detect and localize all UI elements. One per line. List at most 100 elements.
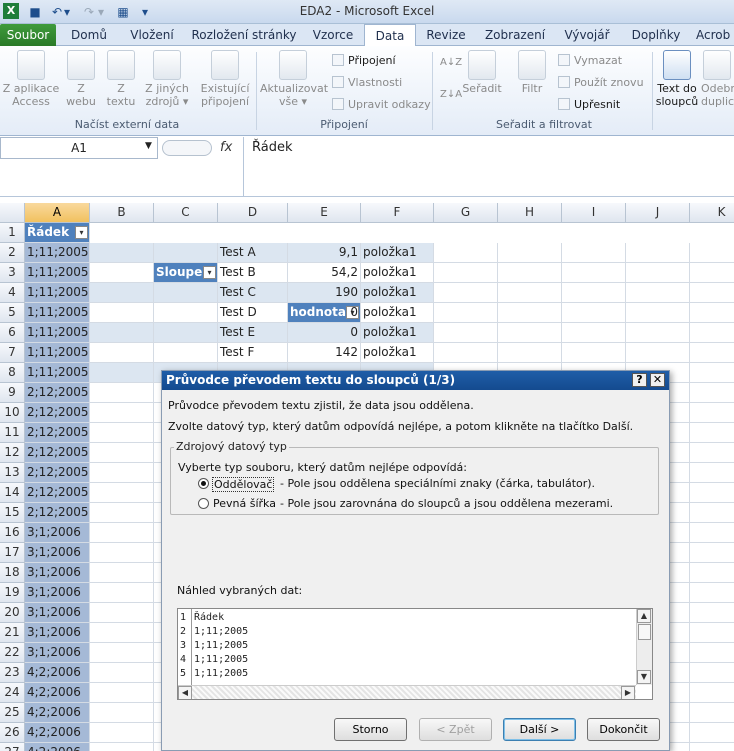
close-button[interactable]: ✕ — [650, 373, 665, 387]
tab-developer[interactable]: Vývojář — [558, 24, 616, 46]
cell[interactable] — [562, 243, 626, 263]
row-header[interactable]: 8 — [0, 363, 25, 383]
table-cell[interactable]: položka1 — [361, 243, 434, 263]
delimited-radio[interactable] — [198, 478, 209, 489]
cell[interactable] — [690, 323, 734, 343]
cell[interactable] — [434, 243, 498, 263]
row-header[interactable]: 17 — [0, 543, 25, 563]
table-cell[interactable]: 0 — [288, 303, 361, 323]
table-cell[interactable]: Test E — [218, 323, 288, 343]
table-cell[interactable]: Test C — [218, 283, 288, 303]
row-header[interactable]: 6 — [0, 323, 25, 343]
table-cell[interactable]: položka1 — [361, 323, 434, 343]
row-header[interactable]: 12 — [0, 443, 25, 463]
cell[interactable] — [626, 343, 690, 363]
table-cell[interactable]: 1;11;2005 — [25, 343, 90, 363]
column-header-c[interactable]: C — [154, 203, 218, 223]
cell-column-a[interactable]: 2;12;2005 — [25, 383, 90, 403]
row-header[interactable]: 24 — [0, 683, 25, 703]
from-text-button[interactable]: Z textu — [102, 50, 140, 108]
row-header[interactable]: 26 — [0, 723, 25, 743]
table-cell[interactable]: Test A — [218, 243, 288, 263]
tab-data[interactable]: Data — [364, 24, 416, 47]
table-cell[interactable]: 1;11;2005 — [25, 263, 90, 283]
column-header-h[interactable]: H — [498, 203, 562, 223]
cell[interactable] — [90, 643, 154, 663]
delimited-label[interactable]: Oddělovač — [212, 477, 275, 492]
cell[interactable] — [90, 743, 154, 751]
cancel-button[interactable]: Storno — [334, 718, 407, 741]
table-cell[interactable] — [154, 323, 218, 343]
name-box[interactable]: A1 — [0, 137, 158, 159]
help-button[interactable]: ? — [632, 373, 647, 387]
table-cell[interactable] — [90, 323, 154, 343]
table-cell[interactable]: 0 — [288, 323, 361, 343]
cell-column-a[interactable]: 3;1;2006 — [25, 603, 90, 623]
cell[interactable] — [690, 363, 734, 383]
cell[interactable] — [690, 743, 734, 751]
table-cell[interactable] — [90, 303, 154, 323]
row-header[interactable]: 27 — [0, 743, 25, 751]
from-access-button[interactable]: Z aplikace Access — [2, 50, 60, 108]
cell-column-a[interactable]: 4;2;2006 — [25, 663, 90, 683]
existing-connections-button[interactable]: Existující připojení — [198, 50, 252, 108]
row-header[interactable]: 23 — [0, 663, 25, 683]
finish-button[interactable]: Dokončit — [587, 718, 660, 741]
table-cell[interactable]: Test B — [218, 263, 288, 283]
cell-column-a[interactable]: 3;1;2006 — [25, 583, 90, 603]
table-cell[interactable]: položka1 — [361, 303, 434, 323]
tab-insert[interactable]: Vložení — [122, 24, 182, 46]
row-header[interactable]: 16 — [0, 523, 25, 543]
filter-dropdown-icon[interactable]: ▾ — [75, 226, 88, 239]
cell[interactable] — [690, 483, 734, 503]
cell[interactable] — [90, 583, 154, 603]
row-header[interactable]: 4 — [0, 283, 25, 303]
scroll-left-icon[interactable]: ◀ — [178, 686, 192, 699]
row-header[interactable]: 21 — [0, 623, 25, 643]
cell[interactable] — [690, 343, 734, 363]
preview-horizontal-scrollbar[interactable]: ◀ ▶ — [178, 685, 636, 699]
cell[interactable] — [90, 383, 154, 403]
cell[interactable] — [498, 263, 562, 283]
edit-links-button[interactable]: Upravit odkazy — [332, 98, 431, 112]
cell[interactable] — [90, 563, 154, 583]
connections-button[interactable]: Připojení — [332, 54, 396, 68]
table-cell[interactable]: 1;11;2005 — [25, 243, 90, 263]
row-header[interactable]: 5 — [0, 303, 25, 323]
row-header[interactable]: 18 — [0, 563, 25, 583]
from-web-button[interactable]: Z webu — [62, 50, 100, 108]
tab-home[interactable]: Domů — [62, 24, 116, 46]
cell[interactable] — [434, 303, 498, 323]
fixed-width-radio[interactable] — [198, 498, 209, 509]
cell[interactable] — [690, 543, 734, 563]
data-preview[interactable]: 1 2 3 4 5 Řádek 1;11;2005 1;11;2005 1;11… — [177, 608, 653, 700]
column-header-a[interactable]: A — [25, 203, 90, 223]
cell-column-a[interactable]: 1;11;2005 — [25, 363, 90, 383]
table-cell[interactable]: Test D — [218, 303, 288, 323]
table-cell[interactable] — [90, 283, 154, 303]
scroll-right-icon[interactable]: ▶ — [621, 686, 635, 699]
cell-column-a[interactable]: 4;2;2006 — [25, 703, 90, 723]
filter-button[interactable]: Filtr — [510, 50, 554, 95]
table-cell[interactable]: 1;11;2005 — [25, 283, 90, 303]
cell[interactable] — [690, 603, 734, 623]
preview-vertical-scrollbar[interactable]: ▲ ▼ — [636, 609, 652, 685]
cell[interactable] — [690, 663, 734, 683]
sort-button[interactable]: Seřadit — [462, 50, 502, 95]
row-header[interactable]: 22 — [0, 643, 25, 663]
table-cell[interactable] — [154, 243, 218, 263]
refresh-all-button[interactable]: Aktualizovat vše ▾ — [260, 50, 328, 108]
table-cell[interactable] — [154, 343, 218, 363]
tab-formulas[interactable]: Vzorce — [306, 24, 360, 46]
cell[interactable] — [434, 343, 498, 363]
cell-column-a[interactable]: 3;1;2006 — [25, 523, 90, 543]
table-cell[interactable] — [90, 263, 154, 283]
select-all-corner[interactable] — [0, 203, 25, 223]
cell[interactable] — [690, 283, 734, 303]
cell[interactable] — [690, 643, 734, 663]
cell[interactable] — [690, 243, 734, 263]
column-header-d[interactable]: D — [218, 203, 288, 223]
cell-column-a[interactable]: 2;12;2005 — [25, 403, 90, 423]
cell[interactable] — [90, 663, 154, 683]
cell-column-a[interactable]: 2;12;2005 — [25, 463, 90, 483]
